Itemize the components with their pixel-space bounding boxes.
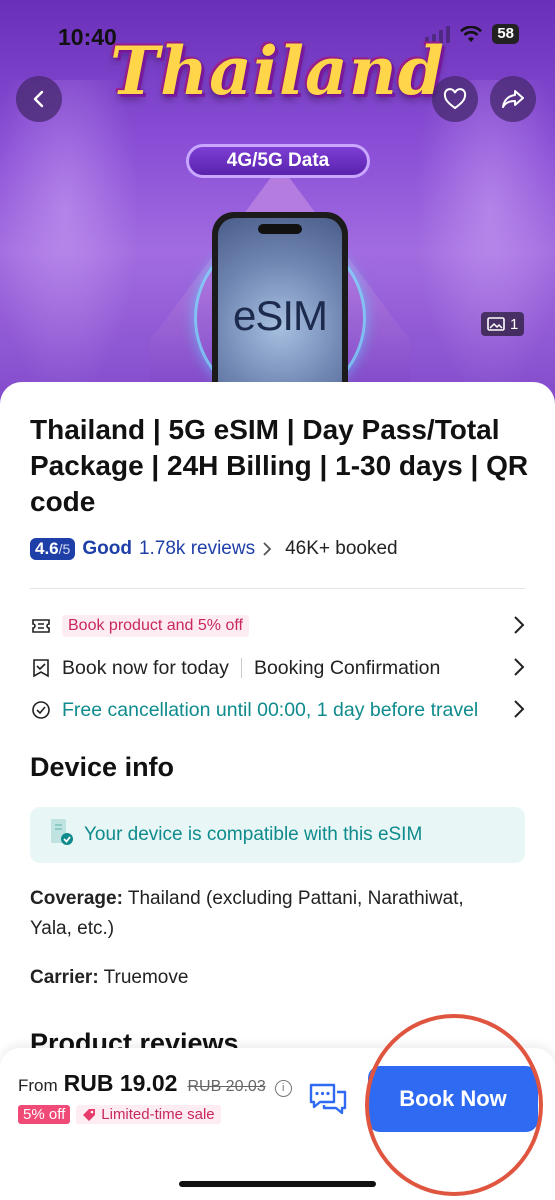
ticket-icon xyxy=(30,615,52,637)
separator xyxy=(240,658,242,678)
back-button[interactable] xyxy=(16,76,62,122)
book-today-text: Book now for today xyxy=(62,656,229,679)
home-indicator xyxy=(179,1181,376,1187)
chevron-left-icon xyxy=(33,90,44,108)
esim-label: eSIM xyxy=(232,292,328,339)
booked-count: 46K+ booked xyxy=(285,538,398,559)
chat-button[interactable] xyxy=(308,1082,348,1118)
tag-icon xyxy=(83,1108,96,1121)
share-button[interactable] xyxy=(490,76,536,122)
coverage-text: Coverage: Thailand (excluding Pattani, N… xyxy=(30,884,510,944)
cancellation-text: Free cancellation until 00:00, 1 day bef… xyxy=(62,698,479,721)
discount-tag: 5% off xyxy=(18,1105,71,1124)
temple-statue-right xyxy=(415,80,555,400)
image-count: 1 xyxy=(510,315,519,333)
coverage-label: Coverage: xyxy=(30,888,123,909)
check-circle-icon xyxy=(30,699,52,721)
device-check-icon xyxy=(48,817,74,853)
product-title: Thailand | 5G eSIM | Day Pass/Total Pack… xyxy=(30,414,529,517)
rating-row[interactable]: 4.6/5 Good 1.78k reviews 46K+ booked xyxy=(30,538,398,560)
booking-row[interactable]: Book now for today Booking Confirmation xyxy=(30,653,525,683)
temple-statue-left xyxy=(0,80,140,400)
carrier-text: Carrier: Truemove xyxy=(30,963,510,993)
compatibility-text: Your device is compatible with this eSIM xyxy=(84,824,423,845)
carrier-value: Truemove xyxy=(98,967,189,988)
chevron-right-icon xyxy=(263,542,272,556)
highlight-annotation-circle xyxy=(365,1014,543,1196)
cancellation-row[interactable]: Free cancellation until 00:00, 1 day bef… xyxy=(30,695,525,725)
current-price: RUB 19.02 xyxy=(63,1070,178,1096)
promo-row[interactable]: Book product and 5% off xyxy=(30,611,525,641)
chevron-right-icon xyxy=(514,616,525,634)
compatibility-banner: Your device is compatible with this eSIM xyxy=(30,807,525,863)
chevron-right-icon xyxy=(514,658,525,676)
original-price: RUB 20.03 xyxy=(187,1078,266,1095)
heart-icon xyxy=(443,88,467,110)
device-info-heading: Device info xyxy=(30,752,175,782)
data-type-badge: 4G/5G Data xyxy=(186,144,370,178)
rating-score-badge: 4.6/5 xyxy=(30,538,76,560)
calendar-check-icon xyxy=(30,657,52,679)
share-icon xyxy=(502,90,524,108)
limited-sale-text: Limited-time sale xyxy=(101,1106,215,1123)
rating-max: /5 xyxy=(58,541,71,557)
rating-word: Good xyxy=(82,538,132,559)
image-icon xyxy=(487,317,505,331)
booking-confirmation-text: Booking Confirmation xyxy=(253,656,441,679)
price-row: From RUB 19.02 RUB 20.03 i xyxy=(18,1070,292,1097)
divider xyxy=(30,588,525,589)
limited-sale-tag: Limited-time sale xyxy=(76,1105,221,1124)
carrier-label: Carrier: xyxy=(30,967,99,988)
info-icon[interactable]: i xyxy=(274,1080,292,1097)
favorite-button[interactable] xyxy=(432,76,478,122)
hero-banner[interactable]: 10:40 58 Thailand 4G/5G Data eSIM 1 xyxy=(0,0,555,420)
chevron-right-icon xyxy=(514,700,525,718)
chat-icon xyxy=(309,1083,347,1115)
image-count-badge[interactable]: 1 xyxy=(481,312,525,336)
rating-score: 4.6 xyxy=(35,539,59,558)
reviews-link[interactable]: 1.78k reviews xyxy=(139,538,255,560)
from-label: From xyxy=(18,1076,58,1095)
sale-tags: 5% off Limited-time sale xyxy=(18,1105,221,1124)
promo-tag: Book product and 5% off xyxy=(62,615,249,637)
